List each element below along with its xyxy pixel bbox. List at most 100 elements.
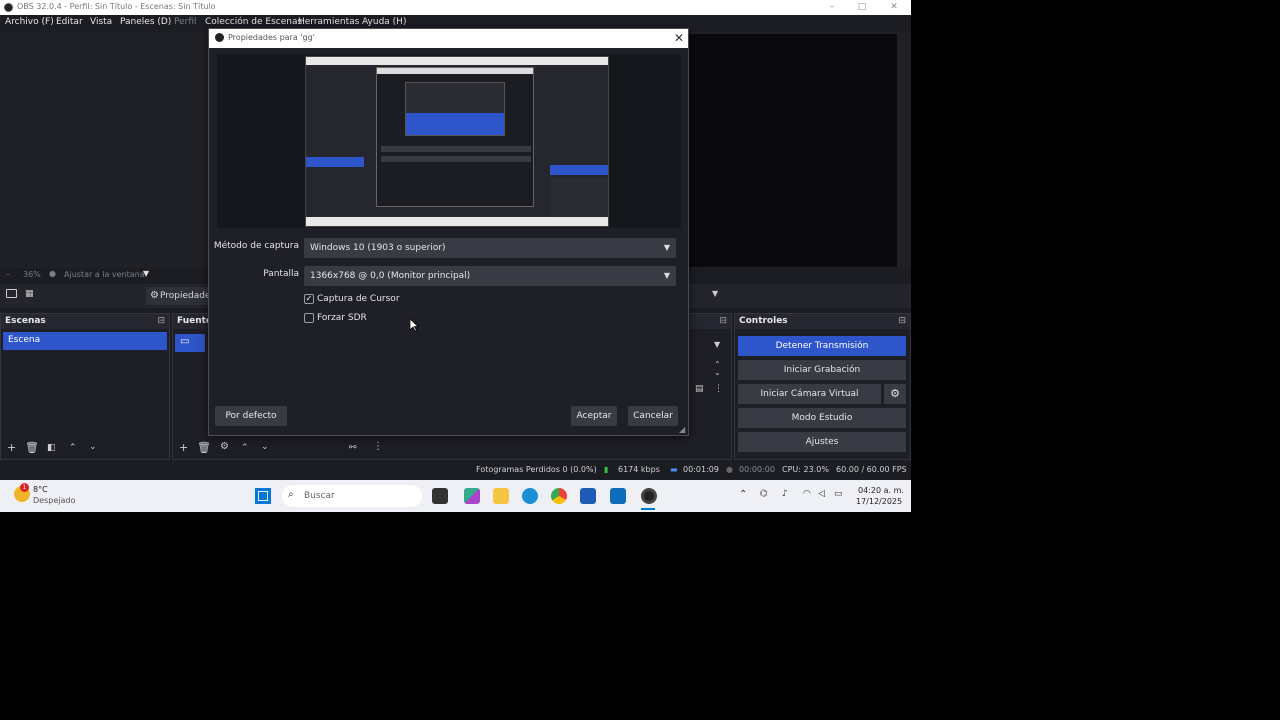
- move-down-icon[interactable]: ⌄: [261, 442, 269, 452]
- scroll-down-icon[interactable]: ⌄: [714, 368, 721, 377]
- trash-icon[interactable]: 🗑: [197, 441, 211, 454]
- force-sdr-label[interactable]: Forzar SDR: [317, 313, 367, 323]
- ok-button[interactable]: Aceptar: [571, 406, 617, 426]
- virtual-camera-settings-icon[interactable]: ⚙: [884, 384, 906, 404]
- settings-button[interactable]: Ajustes: [738, 432, 906, 452]
- menu-perfil[interactable]: Perfil: [174, 17, 197, 27]
- chevron-down-icon[interactable]: ▼: [143, 269, 149, 278]
- chevron-down-icon: ▼: [663, 243, 670, 252]
- scene-item[interactable]: Escena: [3, 332, 167, 350]
- copilot-icon[interactable]: [464, 488, 480, 504]
- force-sdr-checkbox[interactable]: [304, 313, 314, 323]
- source-settings-icon[interactable]: ⚙: [220, 441, 229, 452]
- maximize-button[interactable]: □: [847, 1, 877, 14]
- menu-editar[interactable]: Editar: [56, 17, 83, 27]
- store-icon[interactable]: [580, 488, 596, 504]
- preview-thumbnail: [305, 56, 609, 227]
- start-virtual-camera-button[interactable]: Iniciar Cámara Virtual: [738, 384, 881, 404]
- outlook-icon[interactable]: [610, 488, 626, 504]
- dropped-frames: Fotogramas Perdidos 0 (0.0%): [476, 465, 597, 474]
- move-up-icon[interactable]: ⌃: [241, 443, 249, 453]
- kebab-menu-icon[interactable]: ⋮: [714, 384, 723, 394]
- menu-paneles[interactable]: Paneles (D): [120, 17, 171, 27]
- task-view-icon[interactable]: [432, 488, 448, 504]
- cpu-usage: CPU: 23.0%: [782, 465, 829, 474]
- close-icon[interactable]: ✕: [674, 30, 684, 46]
- minimize-button[interactable]: –: [817, 1, 847, 14]
- filter-icon[interactable]: ◧: [47, 443, 56, 453]
- resize-grip-icon[interactable]: ◢: [679, 425, 685, 434]
- toolbar-dropdown-icon[interactable]: ▼: [712, 289, 718, 298]
- thumb-dialog: [376, 67, 534, 207]
- title-bar: OBS 32.0.4 - Perfil: Sin Título - Escena…: [0, 0, 911, 15]
- clock-date[interactable]: 17/12/2025: [856, 497, 902, 506]
- chevron-up-icon[interactable]: ⌃: [739, 489, 747, 500]
- weather-temp[interactable]: 8°C: [33, 485, 48, 494]
- start-recording-button[interactable]: Iniciar Grabación: [738, 360, 906, 380]
- search-icon: ⌕: [288, 489, 294, 500]
- display-select[interactable]: 1366x768 @ 0,0 (Monitor principal) ▼: [304, 266, 676, 286]
- add-scene-icon[interactable]: +: [7, 441, 16, 454]
- menu-vista[interactable]: Vista: [90, 17, 112, 27]
- obs-taskbar-icon[interactable]: [641, 488, 657, 504]
- cancel-button[interactable]: Cancelar: [628, 406, 678, 426]
- volume-icon[interactable]: ◁: [818, 489, 825, 499]
- zoom-in-icon[interactable]: ●: [49, 269, 56, 278]
- properties-button[interactable]: ⚙ Propiedades: [146, 287, 212, 305]
- source-preview: [217, 54, 681, 228]
- thumb-controls: [550, 177, 608, 217]
- windows-taskbar: 1 8°C Despejado ⌃ ⌬ ♪ ◠ ◁ ▭ 04:20 a. m. …: [0, 480, 911, 512]
- dialog-title-bar: Propiedades para 'gg' ✕: [209, 29, 688, 48]
- notification-badge: 1: [20, 483, 29, 492]
- add-source-icon[interactable]: +: [179, 441, 188, 454]
- grid-icon[interactable]: ▦: [25, 289, 34, 299]
- wifi-icon[interactable]: ◠: [803, 489, 811, 499]
- fit-window-label[interactable]: Ajustar a la ventana: [64, 270, 145, 279]
- trash-icon[interactable]: 🗑: [25, 441, 39, 454]
- chrome-icon[interactable]: [551, 488, 567, 504]
- cursor-capture-label[interactable]: Captura de Cursor: [317, 294, 400, 304]
- network-icon[interactable]: ⌬: [760, 489, 768, 499]
- audio-dropdown-icon[interactable]: ▼: [714, 340, 720, 349]
- kebab-menu-icon[interactable]: ⋮: [373, 441, 383, 452]
- windows-start-icon[interactable]: [255, 488, 271, 504]
- edge-icon[interactable]: [522, 488, 538, 504]
- mixer-icon[interactable]: ▤: [695, 384, 704, 394]
- menu-herramientas[interactable]: Herramientas: [298, 17, 359, 27]
- cursor-capture-checkbox[interactable]: ✓: [304, 294, 314, 304]
- zoom-out-icon[interactable]: –: [6, 270, 10, 279]
- mouse-cursor-icon: [410, 319, 419, 332]
- thumb-combo: [381, 156, 531, 162]
- bell-icon[interactable]: ♪: [782, 489, 788, 499]
- capture-method-label: Método de captura: [213, 241, 299, 251]
- capture-method-select[interactable]: Windows 10 (1903 o superior) ▼: [304, 238, 676, 258]
- defaults-button[interactable]: Por defecto: [215, 406, 287, 426]
- obs-logo-icon: [4, 3, 13, 12]
- preview-canvas[interactable]: [688, 34, 897, 267]
- studio-mode-button[interactable]: Modo Estudio: [738, 408, 906, 428]
- thumb-titlebar: [306, 57, 608, 65]
- link-icon[interactable]: ⚯: [349, 443, 357, 453]
- move-down-icon[interactable]: ⌄: [89, 442, 97, 452]
- signal-icon: ▮: [604, 465, 609, 474]
- taskbar-search[interactable]: ⌕ Buscar: [282, 485, 422, 507]
- source-item[interactable]: ▭: [175, 334, 205, 352]
- undock-icon[interactable]: ⊟: [719, 316, 727, 326]
- file-explorer-icon[interactable]: [493, 488, 509, 504]
- stop-stream-button[interactable]: Detener Transmisión: [738, 336, 906, 356]
- menu-coleccion-escenas[interactable]: Colección de Escenas: [205, 17, 302, 27]
- battery-icon[interactable]: ▭: [834, 489, 843, 499]
- properties-label: Propiedades: [160, 291, 212, 301]
- display-label: Pantalla: [263, 269, 299, 279]
- move-up-icon[interactable]: ⌃: [69, 443, 77, 453]
- close-window-button[interactable]: ✕: [879, 1, 909, 14]
- monitor-icon: [6, 289, 17, 298]
- undock-icon[interactable]: ⊟: [157, 316, 165, 326]
- menu-ayuda[interactable]: Ayuda (H): [362, 17, 406, 27]
- weather-desc[interactable]: Despejado: [33, 496, 75, 505]
- clock-time[interactable]: 04:20 a. m.: [858, 486, 904, 495]
- zoom-value: 36%: [23, 270, 41, 279]
- menu-archivo[interactable]: Archivo (F): [5, 17, 54, 27]
- obs-window: OBS 32.0.4 - Perfil: Sin Título - Escena…: [0, 0, 911, 512]
- undock-icon[interactable]: ⊟: [898, 316, 906, 326]
